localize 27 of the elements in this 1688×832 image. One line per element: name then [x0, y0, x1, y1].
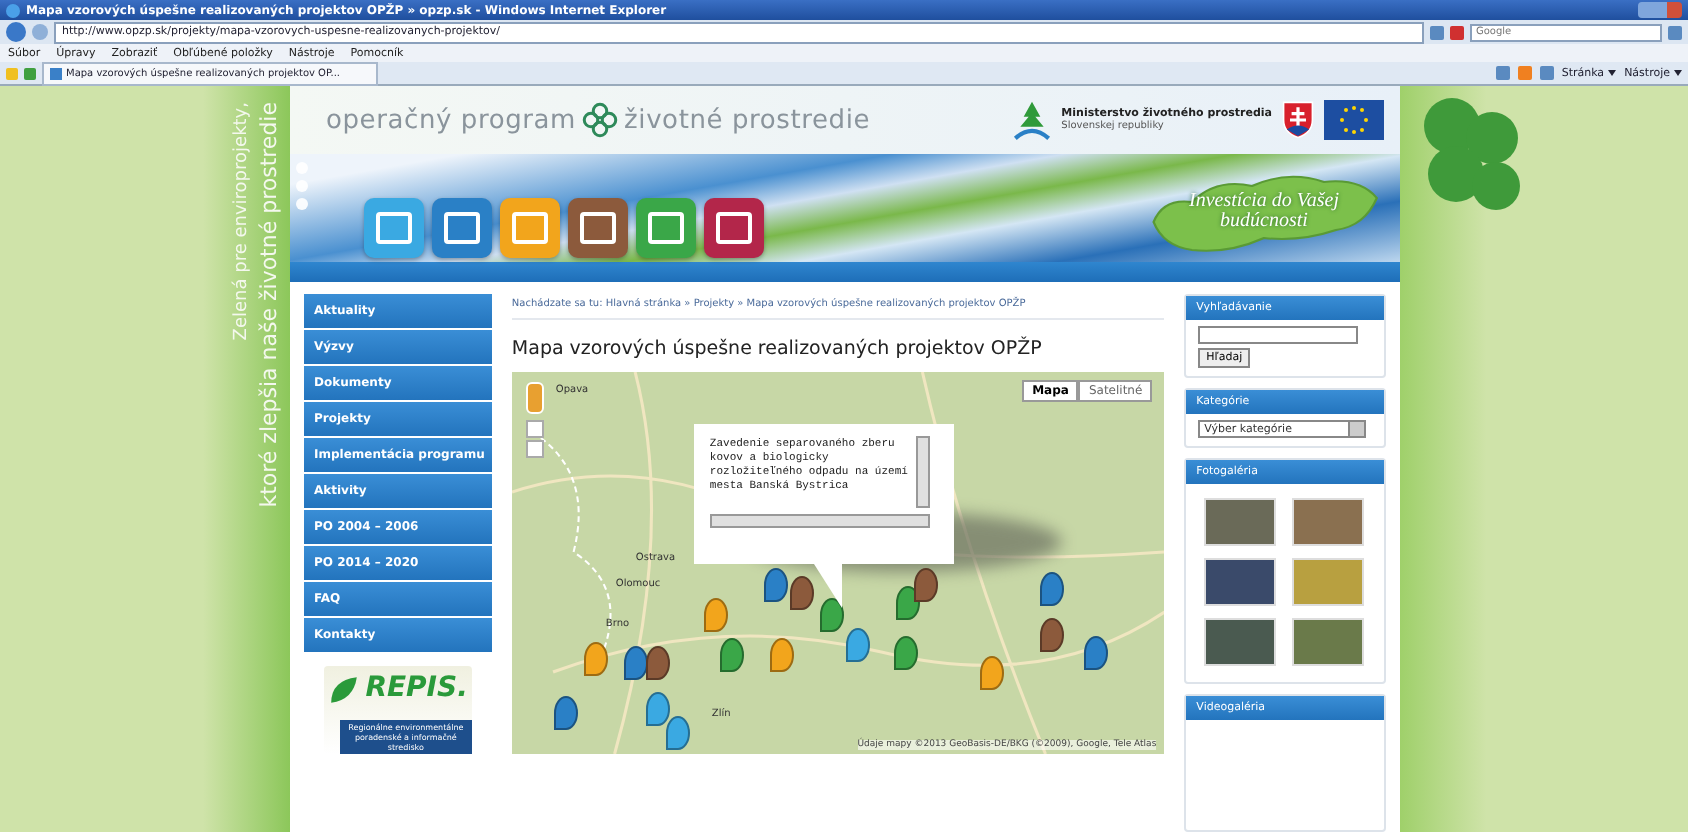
- photo-placeholder[interactable]: [1204, 618, 1277, 666]
- repis-title: REPIS.: [365, 672, 470, 704]
- horizontal-scrollbar[interactable]: [709, 514, 930, 528]
- photo-placeholder[interactable]: [1292, 498, 1365, 546]
- vertical-scrollbar[interactable]: [915, 436, 930, 508]
- coat-of-arms-icon: [1282, 100, 1314, 140]
- category-tile[interactable]: [704, 198, 764, 258]
- tree-logo-icon: [1011, 100, 1052, 140]
- category-tile[interactable]: [364, 198, 424, 258]
- caret-icon: [1674, 70, 1682, 76]
- clover-logo-icon: [582, 102, 619, 138]
- side-slogan: Zelená pre enviroprojekty,: [232, 102, 252, 341]
- category-tile[interactable]: [500, 198, 560, 258]
- photo-placeholder[interactable]: [1204, 498, 1277, 546]
- photo-placeholder[interactable]: [1204, 558, 1277, 606]
- search-input[interactable]: [1198, 326, 1359, 344]
- side-slogan: ktoré zlepšia naše životné prostredie: [256, 102, 282, 508]
- page-heading: Mapa vzorových úspešne realizovaných projektov OPŽP: [511, 338, 1044, 360]
- eu-flag-icon: [1324, 100, 1384, 140]
- photo-placeholder[interactable]: [1292, 618, 1365, 666]
- window-controls-icon[interactable]: [1638, 2, 1682, 18]
- category-tile[interactable]: [568, 198, 628, 258]
- category-tile[interactable]: [636, 198, 696, 258]
- back-button[interactable]: [6, 22, 26, 42]
- caret-icon: [1608, 70, 1617, 76]
- forward-button[interactable]: [32, 24, 48, 40]
- category-tile[interactable]: [432, 198, 492, 258]
